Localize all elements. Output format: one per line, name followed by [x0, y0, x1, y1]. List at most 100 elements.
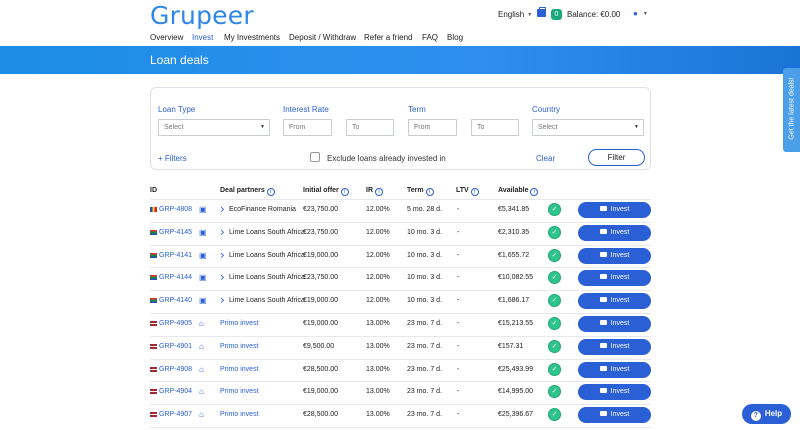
- country-flag-icon: [150, 207, 157, 212]
- col-available[interactable]: Available i: [498, 187, 539, 196]
- loan-id-link[interactable]: GRP-4145: [159, 229, 192, 236]
- home-icon: ⌂: [199, 319, 204, 328]
- loan-type-select[interactable]: Select ▼: [158, 119, 270, 136]
- exclude-invested-label[interactable]: Exclude loans already invested in: [327, 154, 446, 163]
- invest-button[interactable]: Invest: [578, 407, 651, 424]
- invest-button[interactable]: Invest: [578, 224, 651, 241]
- deal-partner[interactable]: Primo invest: [220, 320, 259, 327]
- invest-label: Invest: [610, 206, 630, 213]
- loan-id-link[interactable]: GRP-4907: [159, 411, 192, 418]
- interest-rate: 12.00%: [366, 274, 390, 282]
- invest-button[interactable]: Invest: [578, 293, 651, 310]
- latest-deals-tab[interactable]: Get the latest deals!: [783, 68, 800, 152]
- loan-id-link[interactable]: GRP-4808: [159, 206, 192, 213]
- interest-from-input[interactable]: From: [283, 119, 332, 136]
- user-menu[interactable]: ● ▼: [633, 9, 648, 18]
- loan-type-label: Loan Type: [158, 105, 196, 114]
- table-row: GRP-4901 ⌂ Primo invest €9,500.00 13.00% 23 m…: [0, 336, 800, 359]
- loan-id-link[interactable]: GRP-4905: [159, 320, 192, 327]
- nav-deposit-withdraw[interactable]: Deposit / Withdraw: [289, 33, 356, 42]
- deal-partner[interactable]: Primo invest: [220, 343, 259, 350]
- col-id[interactable]: ID: [150, 187, 157, 194]
- interest-rate: 13.00%: [366, 388, 390, 396]
- invest-button[interactable]: Invest: [578, 338, 651, 355]
- country-flag-icon: [150, 275, 157, 281]
- invest-button[interactable]: Invest: [578, 202, 651, 218]
- info-icon[interactable]: i: [375, 188, 383, 196]
- table-header: ID Deal partners i Initial offer i IR i Ter…: [0, 185, 800, 199]
- col-ltv-label: LTV: [456, 187, 469, 194]
- home-icon: ⌂: [199, 410, 204, 420]
- invest-label: Invest: [610, 320, 630, 327]
- available-amount: €15,213.55: [498, 320, 534, 327]
- info-icon[interactable]: i: [470, 188, 479, 196]
- help-button[interactable]: ? Help: [742, 404, 791, 424]
- info-icon[interactable]: i: [340, 188, 349, 196]
- deal-partner[interactable]: Primo invest: [220, 411, 259, 418]
- initial-offer: €9,500.00: [303, 342, 335, 350]
- loan-id-link[interactable]: GRP-4144: [159, 274, 192, 281]
- briefcase-icon: ▣: [199, 205, 207, 214]
- invest-button[interactable]: Invest: [578, 316, 651, 332]
- filter-button[interactable]: Filter: [588, 149, 645, 166]
- col-ir[interactable]: IR i: [366, 187, 383, 196]
- expand-chevron-icon[interactable]: ›: [220, 202, 225, 216]
- available-amount: €157.31: [498, 342, 524, 350]
- nav-overview[interactable]: Overview: [150, 33, 183, 42]
- buyback-shield-icon: ✓: [548, 294, 561, 308]
- nav-blog[interactable]: Blog: [447, 33, 463, 42]
- briefcase-icon: [599, 342, 607, 348]
- loan-id-link[interactable]: GRP-4140: [159, 297, 192, 304]
- more-filters-link[interactable]: + Filters: [158, 154, 187, 163]
- loan-id-link[interactable]: GRP-4908: [159, 366, 192, 373]
- ltv: -: [457, 411, 460, 419]
- caret-down-icon: ▼: [634, 124, 639, 130]
- term: 10 mo. 3 d.: [407, 274, 443, 282]
- term-from-input[interactable]: From: [408, 119, 457, 136]
- language-selector[interactable]: English ▼: [498, 10, 532, 19]
- col-initial-offer[interactable]: Initial offer i: [303, 187, 349, 196]
- col-term[interactable]: Term i: [407, 187, 434, 196]
- invest-button[interactable]: Invest: [578, 270, 651, 287]
- nav-invest[interactable]: Invest: [192, 33, 213, 42]
- loan-id-link[interactable]: GRP-4901: [159, 343, 192, 350]
- info-icon[interactable]: i: [425, 188, 434, 196]
- expand-chevron-icon[interactable]: ›: [220, 225, 225, 239]
- logo[interactable]: Grupeer: [150, 1, 254, 30]
- clear-filters-link[interactable]: Clear: [536, 154, 555, 163]
- invest-label: Invest: [610, 228, 630, 236]
- table-row: GRP-4905 ⌂ Primo invest €19,000.00 13.00% 23 …: [0, 313, 800, 336]
- invest-button[interactable]: Invest: [578, 361, 651, 378]
- wallet-icon[interactable]: [537, 7, 546, 17]
- available-amount: €25,493.99: [498, 365, 534, 373]
- country-select[interactable]: Select ▼: [532, 119, 644, 136]
- col-ltv[interactable]: LTV i: [456, 187, 479, 196]
- exclude-invested-checkbox[interactable]: [310, 152, 320, 162]
- nav-refer-friend[interactable]: Refer a friend: [364, 33, 412, 42]
- table-row: GRP-4904 ⌂ Primo invest €19,000.00 13.00% 23 …: [0, 381, 800, 404]
- term: 10 mo. 3 d.: [407, 297, 443, 305]
- term-to-input[interactable]: To: [471, 119, 519, 136]
- briefcase-icon: ▣: [199, 296, 207, 306]
- deal-partner[interactable]: Primo invest: [220, 388, 259, 395]
- loan-id-link[interactable]: GRP-4141: [159, 252, 192, 259]
- col-deal-partners[interactable]: Deal partners i: [220, 187, 275, 196]
- interest-to-input[interactable]: To: [346, 119, 394, 136]
- table-row: GRP-4908 ⌂ Primo invest €28,500.00 13.00% 23 …: [0, 359, 800, 382]
- nav-my-investments[interactable]: My Investments: [224, 33, 280, 42]
- deal-partner[interactable]: Primo invest: [220, 366, 259, 373]
- language-label: English: [498, 10, 525, 19]
- invest-button[interactable]: Invest: [578, 384, 651, 401]
- expand-chevron-icon[interactable]: ›: [220, 293, 225, 307]
- nav-faq[interactable]: FAQ: [422, 33, 438, 42]
- balance-text: Balance: €0.00: [567, 10, 621, 19]
- page-title: Loan deals: [150, 53, 209, 67]
- expand-chevron-icon[interactable]: ›: [220, 270, 225, 284]
- caret-down-icon: ▼: [527, 12, 533, 18]
- invest-button[interactable]: Invest: [578, 247, 651, 264]
- info-icon[interactable]: i: [266, 188, 275, 196]
- expand-chevron-icon[interactable]: ›: [220, 248, 225, 262]
- info-icon[interactable]: i: [530, 188, 539, 196]
- loan-id-link[interactable]: GRP-4904: [159, 388, 192, 395]
- deal-partner: Lime Loans South Africa: [229, 297, 305, 305]
